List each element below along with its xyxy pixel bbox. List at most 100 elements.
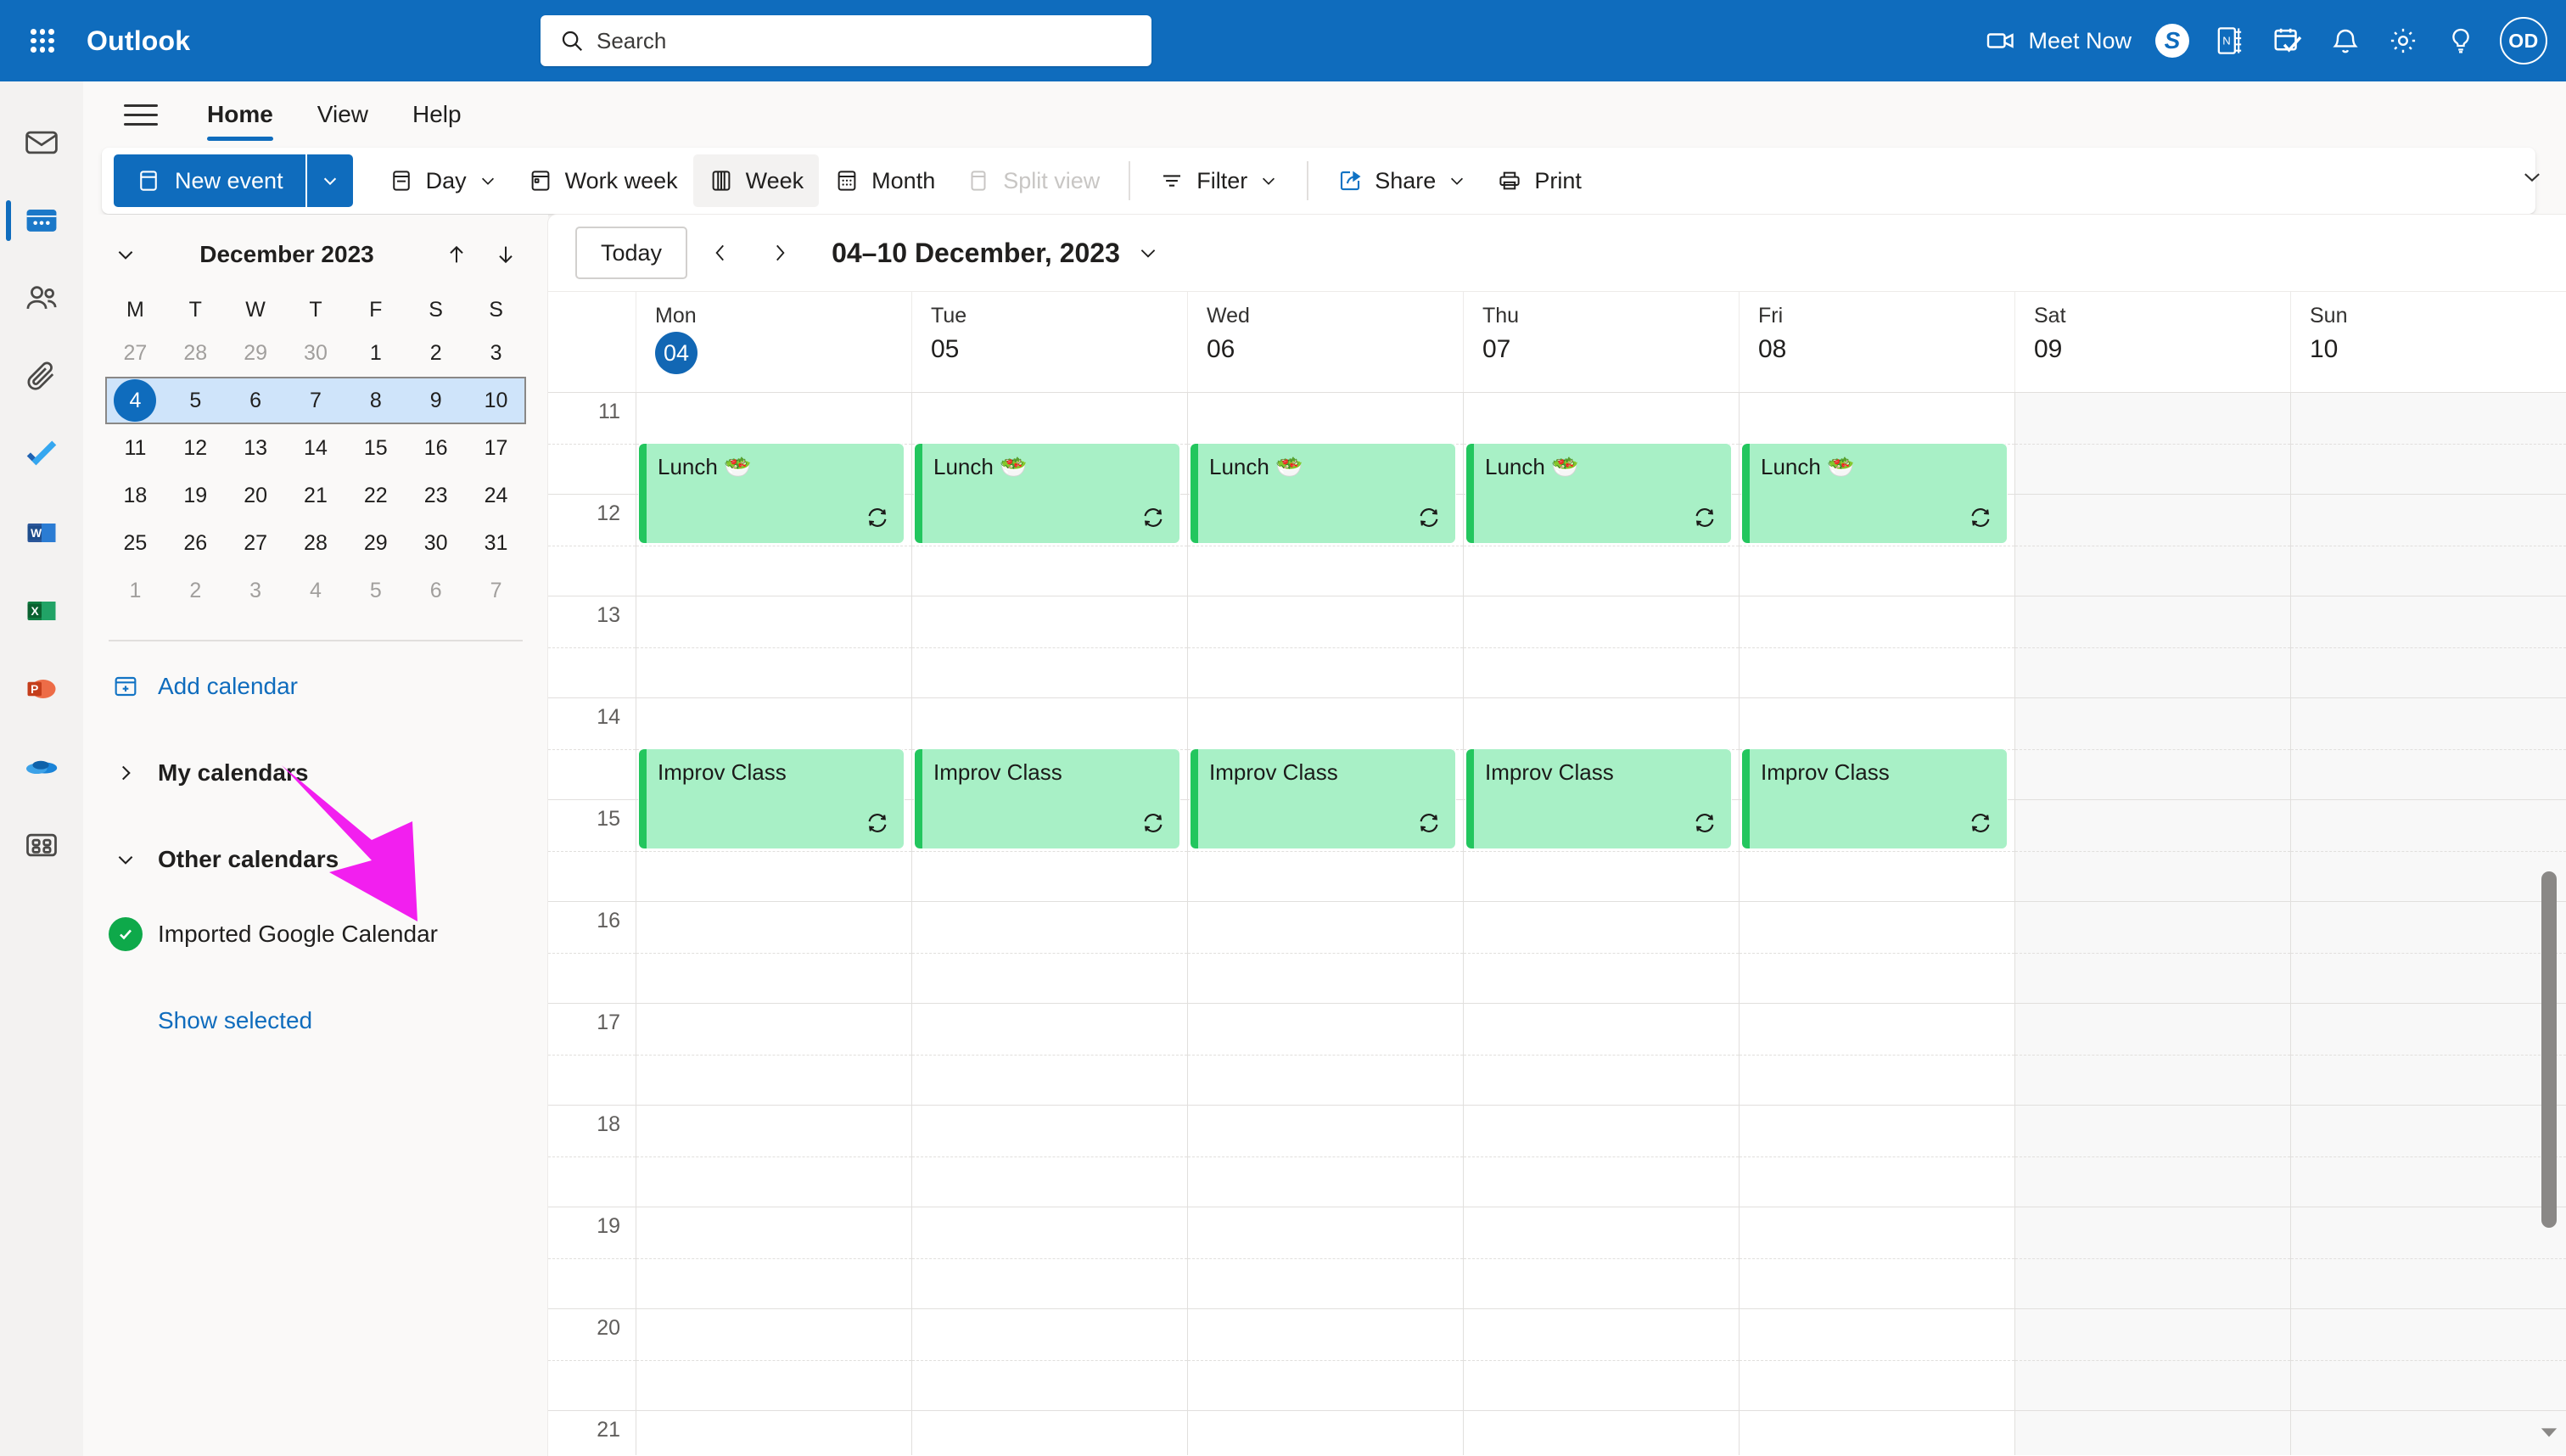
rail-item-files[interactable] — [0, 338, 83, 416]
mini-calendar-day[interactable]: 6 — [406, 567, 466, 614]
time-slot[interactable] — [2015, 698, 2290, 800]
tab-home[interactable]: Home — [185, 81, 295, 148]
scrollbar-thumb[interactable] — [2541, 871, 2557, 1228]
rail-item-calendar[interactable] — [0, 182, 83, 260]
time-slot[interactable] — [2015, 1309, 2290, 1411]
time-slot[interactable] — [636, 1207, 911, 1309]
day-column-sat[interactable] — [2015, 393, 2291, 1455]
notifications-button[interactable] — [2317, 10, 2374, 71]
day-column-fri[interactable]: Lunch 🥗 Improv Class — [1740, 393, 2015, 1455]
time-slot[interactable] — [912, 596, 1187, 698]
mini-calendar-day[interactable]: 12 — [165, 424, 226, 472]
time-slot[interactable] — [1188, 1309, 1463, 1411]
mini-calendar-day[interactable]: 16 — [406, 424, 466, 472]
time-slot[interactable] — [2291, 1411, 2566, 1455]
time-slot[interactable] — [636, 1411, 911, 1455]
time-slot[interactable] — [1740, 596, 2014, 698]
show-selected-button[interactable]: Show selected — [105, 988, 526, 1054]
calendar-event[interactable]: Improv Class — [1466, 749, 1731, 848]
mini-calendar-day[interactable]: 18 — [105, 472, 165, 519]
mini-calendar-day[interactable]: 20 — [226, 472, 286, 519]
mini-calendar-day[interactable]: 9 — [406, 377, 467, 424]
mini-calendar-day[interactable]: 15 — [345, 424, 406, 472]
time-slot[interactable] — [2291, 393, 2566, 495]
time-slot[interactable] — [636, 1309, 911, 1411]
day-header-mon[interactable]: Mon 04 — [636, 292, 912, 392]
time-slot[interactable] — [2015, 596, 2290, 698]
mini-calendar-day[interactable]: 1 — [345, 329, 406, 377]
print-button[interactable]: Print — [1482, 154, 1597, 207]
mini-calendar-day[interactable]: 7 — [466, 567, 526, 614]
mini-calendar-day[interactable]: 29 — [345, 519, 406, 567]
time-slot[interactable] — [1188, 1106, 1463, 1207]
time-slot[interactable] — [2015, 1207, 2290, 1309]
mini-calendar-day[interactable]: 3 — [226, 567, 286, 614]
time-slot[interactable] — [636, 902, 911, 1004]
day-column-mon[interactable]: Lunch 🥗 Improv Class — [636, 393, 912, 1455]
app-launcher-icon[interactable] — [20, 19, 64, 63]
mini-calendar-day[interactable]: 27 — [226, 519, 286, 567]
mini-calendar-day[interactable]: 2 — [406, 329, 466, 377]
avatar[interactable]: OD — [2500, 17, 2547, 64]
time-slot[interactable] — [912, 902, 1187, 1004]
mini-calendar-day[interactable]: 5 — [165, 377, 226, 424]
time-slot[interactable] — [1188, 1004, 1463, 1106]
time-slot[interactable] — [1188, 902, 1463, 1004]
time-slot[interactable] — [2015, 393, 2290, 495]
time-slot[interactable] — [1740, 1106, 2014, 1207]
mini-calendar-day[interactable]: 28 — [286, 519, 346, 567]
my-calendars-group[interactable]: My calendars — [105, 740, 526, 806]
time-slot[interactable] — [636, 1106, 911, 1207]
time-slot[interactable] — [2291, 1004, 2566, 1106]
calendar-scroll-area[interactable]: 11 12 13 14 15 16 17 18 19 20 21 Lunch 🥗 Improv Cla… — [548, 393, 2566, 1455]
rail-item-mail[interactable] — [0, 104, 83, 182]
calendar-event[interactable]: Improv Class — [1742, 749, 2007, 848]
time-slot[interactable] — [2291, 800, 2566, 902]
mini-calendar-day[interactable]: 23 — [406, 472, 466, 519]
mini-calendar-day[interactable]: 28 — [165, 329, 226, 377]
day-column-wed[interactable]: Lunch 🥗 Improv Class — [1188, 393, 1464, 1455]
time-slot[interactable] — [912, 1106, 1187, 1207]
skype-button[interactable]: S — [2143, 10, 2201, 71]
mini-calendar-day[interactable]: 21 — [286, 472, 346, 519]
time-slot[interactable] — [1464, 1207, 1739, 1309]
ribbon-collapse-button[interactable] — [2520, 165, 2544, 193]
meet-now-button[interactable]: Meet Now — [1974, 10, 2143, 71]
time-slot[interactable] — [2291, 902, 2566, 1004]
mini-calendar-day[interactable]: 3 — [466, 329, 526, 377]
mini-calendar-day[interactable]: 19 — [165, 472, 226, 519]
other-calendars-group[interactable]: Other calendars — [105, 826, 526, 893]
day-column-tue[interactable]: Lunch 🥗 Improv Class — [912, 393, 1188, 1455]
search-input[interactable] — [597, 27, 1106, 54]
time-slot[interactable] — [1188, 596, 1463, 698]
mini-calendar-prev-button[interactable] — [436, 234, 477, 275]
mini-calendar-day[interactable]: 6 — [225, 377, 286, 424]
rail-item-todo[interactable] — [0, 416, 83, 494]
mini-calendar-day[interactable]: 26 — [165, 519, 226, 567]
time-slot[interactable] — [1464, 596, 1739, 698]
time-slot[interactable] — [2291, 495, 2566, 596]
tab-help[interactable]: Help — [390, 81, 484, 148]
time-slot[interactable] — [2291, 1106, 2566, 1207]
mini-calendar-day[interactable]: 13 — [226, 424, 286, 472]
time-slot[interactable] — [1464, 902, 1739, 1004]
day-header-thu[interactable]: Thu 07 — [1464, 292, 1740, 392]
day-header-fri[interactable]: Fri 08 — [1740, 292, 2015, 392]
time-slot[interactable] — [1464, 1004, 1739, 1106]
rail-item-powerpoint[interactable]: P — [0, 650, 83, 728]
onenote-button[interactable]: N — [2201, 10, 2259, 71]
day-column-sun[interactable] — [2291, 393, 2566, 1455]
view-week-button[interactable]: Week — [692, 154, 820, 207]
time-slot[interactable] — [912, 1411, 1187, 1455]
mini-calendar-day[interactable]: 2 — [165, 567, 226, 614]
view-work-week-button[interactable]: Work week — [513, 154, 693, 207]
mini-calendar-day[interactable]: 10 — [466, 377, 526, 424]
rail-item-apps[interactable] — [0, 806, 83, 884]
todo-button[interactable] — [2259, 10, 2317, 71]
rail-item-onedrive[interactable] — [0, 728, 83, 806]
new-event-dropdown-button[interactable] — [305, 154, 353, 207]
mini-calendar-day[interactable]: 25 — [105, 519, 165, 567]
mini-calendar-day[interactable]: 7 — [285, 377, 346, 424]
day-column-thu[interactable]: Lunch 🥗 Improv Class — [1464, 393, 1740, 1455]
time-slot[interactable] — [1740, 902, 2014, 1004]
